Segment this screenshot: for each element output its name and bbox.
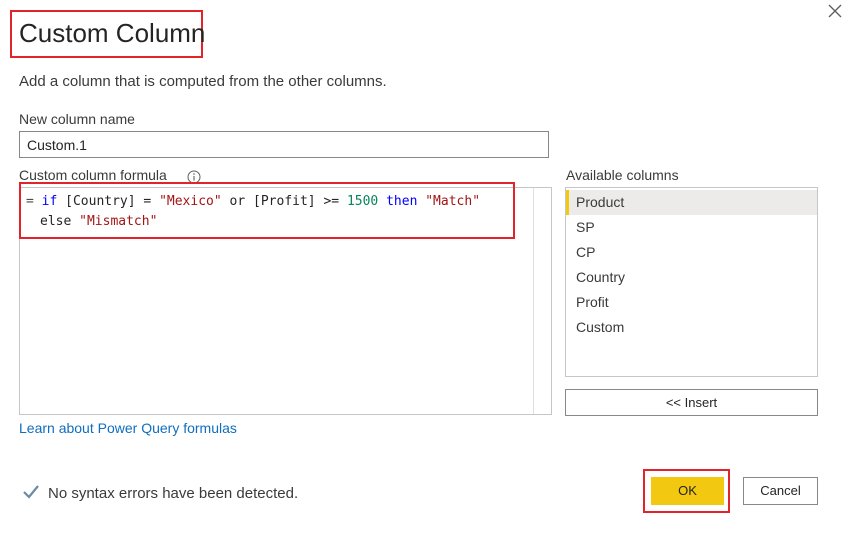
learn-formulas-link[interactable]: Learn about Power Query formulas — [19, 420, 237, 436]
insert-button[interactable]: << Insert — [565, 389, 818, 416]
column-item-product[interactable]: Product — [566, 190, 817, 215]
available-columns-list[interactable]: Product SP CP Country Profit Custom — [565, 187, 818, 377]
syntax-status: No syntax errors have been detected. — [48, 485, 299, 502]
column-item-sp[interactable]: SP — [566, 215, 817, 240]
checkmark-icon — [23, 485, 39, 499]
new-column-name-label: New column name — [19, 111, 135, 127]
cancel-button[interactable]: Cancel — [743, 477, 818, 505]
close-icon[interactable] — [826, 2, 844, 20]
column-item-cp[interactable]: CP — [566, 240, 817, 265]
dialog-title: Custom Column — [19, 18, 206, 48]
formula-highlight-box — [19, 182, 515, 239]
column-item-profit[interactable]: Profit — [566, 290, 817, 315]
column-item-custom[interactable]: Custom — [566, 315, 817, 340]
editor-scrollbar[interactable] — [533, 188, 551, 414]
new-column-name-input[interactable] — [19, 131, 549, 158]
column-item-country[interactable]: Country — [566, 265, 817, 290]
available-columns-label: Available columns — [566, 167, 679, 183]
ok-button[interactable]: OK — [651, 477, 724, 505]
formula-label: Custom column formula — [19, 167, 167, 183]
dialog-subtitle: Add a column that is computed from the o… — [19, 73, 387, 90]
